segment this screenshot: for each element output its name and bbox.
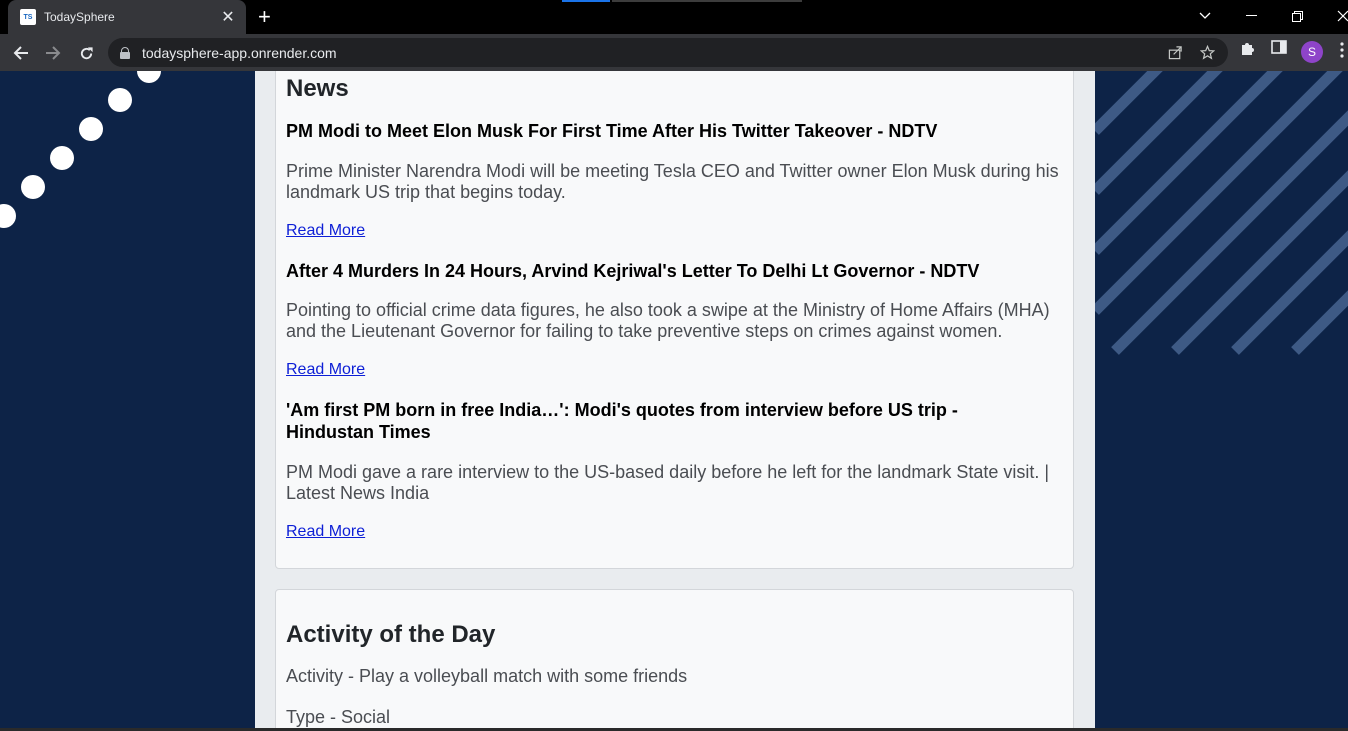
minimize-icon[interactable] [1228, 0, 1274, 32]
page-viewport[interactable]: News PM Modi to Meet Elon Musk For First… [0, 71, 1348, 731]
tab-drag-region [612, 0, 802, 2]
background-dots-decoration [0, 71, 161, 228]
close-tab-icon[interactable]: ✕ [220, 7, 236, 27]
read-more-link[interactable]: Read More [286, 523, 365, 541]
bookmark-star-icon[interactable] [1199, 44, 1216, 64]
reload-icon[interactable] [73, 40, 99, 66]
restore-icon[interactable] [1274, 0, 1320, 32]
news-item-description: Pointing to official crime data figures,… [286, 300, 1050, 341]
read-more-link[interactable]: Read More [286, 222, 365, 240]
lock-icon[interactable] [120, 46, 130, 59]
activity-type: Type - Social [286, 707, 391, 727]
news-item-description: Prime Minister Narendra Modi will be mee… [286, 161, 1059, 202]
extensions-puzzle-icon[interactable] [1239, 40, 1255, 60]
tab-title: TodaySphere [44, 10, 115, 24]
browser-toolbar: todaysphere-app.onrender.com [0, 34, 1348, 71]
news-item-title: PM Modi to Meet Elon Musk For First Time… [286, 121, 938, 141]
activity-card: Activity of the Day Activity - Play a vo… [275, 589, 1074, 731]
browser-tab[interactable]: TS TodaySphere ✕ [8, 0, 246, 34]
background-stripes-decoration [1095, 71, 1348, 355]
menu-kebab-icon[interactable] [1340, 42, 1344, 62]
forward-arrow-icon[interactable] [40, 40, 66, 66]
news-heading: News [286, 75, 349, 102]
url-text[interactable]: todaysphere-app.onrender.com [142, 45, 337, 61]
close-window-icon[interactable] [1320, 0, 1348, 32]
news-card: News PM Modi to Meet Elon Musk For First… [275, 71, 1074, 569]
site-favicon-icon: TS [20, 9, 36, 25]
activity-description: Activity - Play a volleyball match with … [286, 666, 688, 686]
tab-strip: TS TodaySphere ✕ + [0, 0, 1348, 34]
news-item-title: 'Am first PM born in free India…': Modi'… [286, 400, 958, 442]
address-bar[interactable]: todaysphere-app.onrender.com [108, 38, 1228, 67]
side-panel-icon[interactable] [1271, 40, 1287, 58]
tab-search-icon[interactable] [1182, 0, 1228, 32]
news-item-description: PM Modi gave a rare interview to the US-… [286, 462, 1050, 503]
back-arrow-icon[interactable] [8, 40, 34, 66]
share-icon[interactable] [1168, 45, 1183, 64]
activity-heading: Activity of the Day [286, 621, 496, 648]
main-content-column: News PM Modi to Meet Elon Musk For First… [255, 71, 1095, 731]
profile-avatar[interactable]: S [1301, 41, 1323, 63]
new-tab-icon[interactable]: + [258, 4, 271, 30]
loading-indicator [562, 0, 610, 2]
read-more-link[interactable]: Read More [286, 361, 365, 379]
news-item-title: After 4 Murders In 24 Hours, Arvind Kejr… [286, 261, 980, 281]
